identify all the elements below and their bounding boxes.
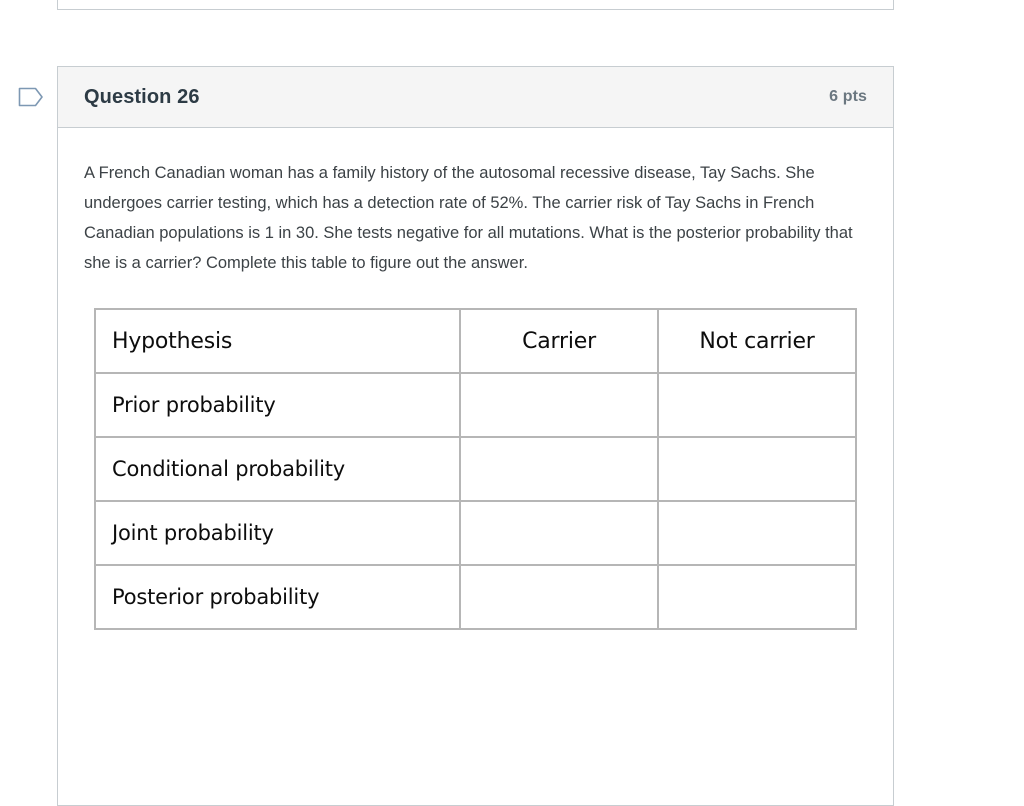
probability-table-wrapper: Hypothesis Carrier Not carrier Prior pro… <box>94 308 867 630</box>
table-header-hypothesis: Hypothesis <box>94 308 461 374</box>
table-row-label-posterior: Posterior probability <box>94 564 461 630</box>
table-cell-joint-not-carrier[interactable] <box>657 500 857 566</box>
table-row-label-prior: Prior probability <box>94 372 461 438</box>
question-body: A French Canadian woman has a family his… <box>58 128 893 630</box>
question-title: Question 26 <box>84 85 200 108</box>
table-row: Joint probability <box>94 500 857 566</box>
table-row-label-conditional: Conditional probability <box>94 436 461 502</box>
table-cell-posterior-carrier[interactable] <box>459 564 659 630</box>
table-row: Prior probability <box>94 372 857 438</box>
table-header-not-carrier: Not carrier <box>657 308 857 374</box>
probability-table: Hypothesis Carrier Not carrier Prior pro… <box>94 308 857 630</box>
question-points-badge: 6 pts <box>829 88 867 105</box>
table-header-row: Hypothesis Carrier Not carrier <box>94 308 857 374</box>
question-header: Question 26 6 pts <box>58 67 893 128</box>
table-header-carrier: Carrier <box>459 308 659 374</box>
previous-question-container <box>57 0 894 10</box>
question-prompt-text: A French Canadian woman has a family his… <box>84 164 853 272</box>
table-cell-conditional-not-carrier[interactable] <box>657 436 857 502</box>
table-row: Conditional probability <box>94 436 857 502</box>
table-cell-joint-carrier[interactable] <box>459 500 659 566</box>
question-container: Question 26 6 pts A French Canadian woma… <box>57 66 894 806</box>
table-cell-prior-not-carrier[interactable] <box>657 372 857 438</box>
table-cell-conditional-carrier[interactable] <box>459 436 659 502</box>
question-page: Question 26 6 pts A French Canadian woma… <box>0 0 1024 806</box>
flag-outline-icon[interactable] <box>18 85 44 109</box>
table-cell-prior-carrier[interactable] <box>459 372 659 438</box>
table-row-label-joint: Joint probability <box>94 500 461 566</box>
table-cell-posterior-not-carrier[interactable] <box>657 564 857 630</box>
table-row: Posterior probability <box>94 564 857 630</box>
